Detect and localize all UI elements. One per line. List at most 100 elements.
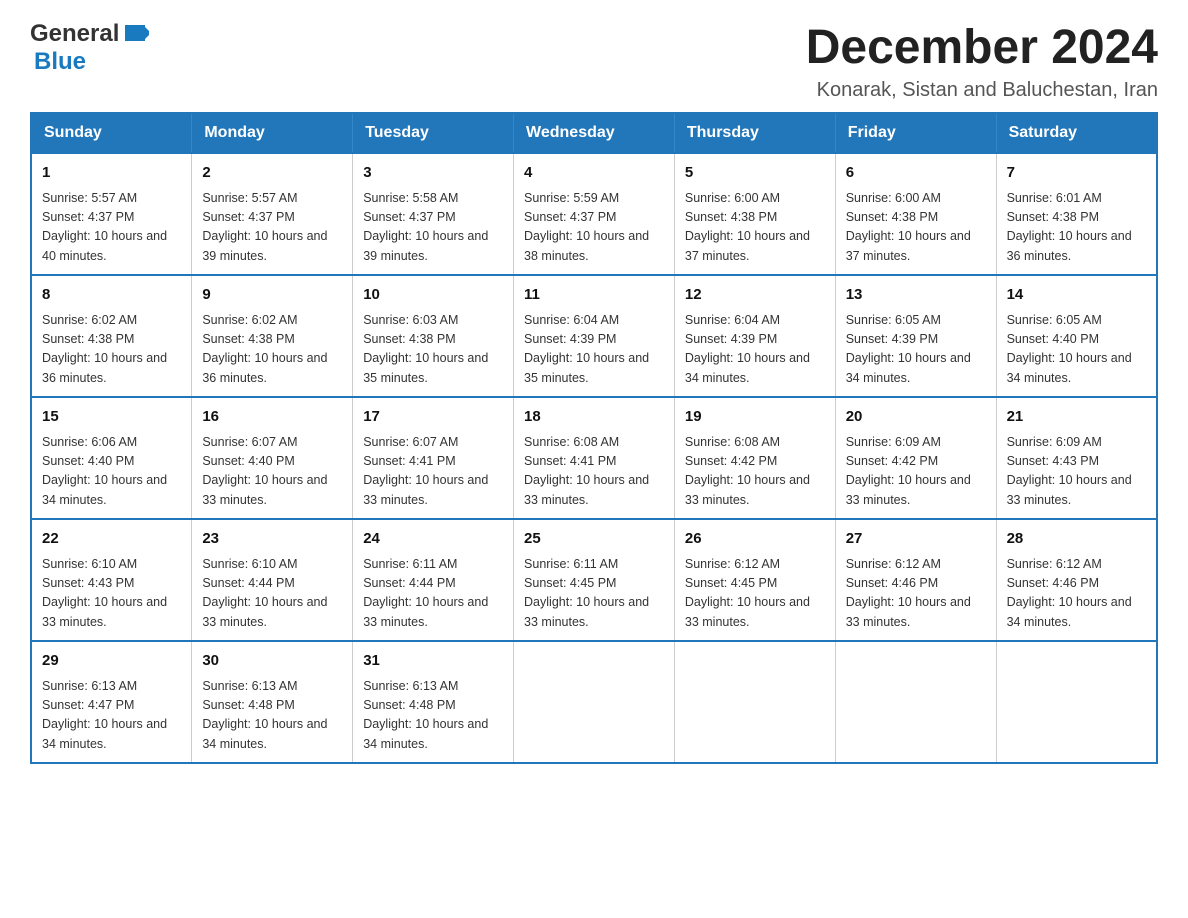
calendar-cell: 15Sunrise: 6:06 AMSunset: 4:40 PMDayligh… (31, 397, 192, 519)
day-number: 10 (363, 284, 503, 307)
day-number: 24 (363, 528, 503, 551)
calendar-cell: 21 Sunrise: 6:09 AMSunset: 4:43 PMDayligh… (996, 397, 1157, 519)
calendar-cell: 13Sunrise: 6:05 AMSunset: 4:39 PMDayligh… (835, 275, 996, 397)
calendar-cell: 9Sunrise: 6:02 AMSunset: 4:38 PMDaylight… (192, 275, 353, 397)
calendar-cell: 8 Sunrise: 6:02 AMSunset: 4:38 PMDaylight… (31, 275, 192, 397)
calendar-cell: 14Sunrise: 6:05 AMSunset: 4:40 PMDayligh… (996, 275, 1157, 397)
day-of-week-wednesday: Wednesday (514, 113, 675, 153)
calendar-cell: 1Sunrise: 5:57 AMSunset: 4:37 PMDaylight… (31, 153, 192, 275)
day-info: Sunrise: 6:12 AMSunset: 4:46 PMDaylight:… (846, 555, 986, 633)
day-info: Sunrise: 6:09 AMSunset: 4:42 PMDaylight:… (846, 433, 986, 511)
day-number: 8 (42, 284, 181, 307)
day-info: Sunrise: 5:59 AMSunset: 4:37 PMDaylight:… (524, 189, 664, 267)
calendar-cell: 19 Sunrise: 6:08 AMSunset: 4:42 PMDayligh… (674, 397, 835, 519)
calendar-header: SundayMondayTuesdayWednesdayThursdayFrid… (31, 113, 1157, 153)
day-number: 4 (524, 162, 664, 185)
day-number: 20 (846, 406, 986, 429)
day-info: Sunrise: 6:03 AMSunset: 4:38 PMDaylight:… (363, 311, 503, 389)
day-info: Sunrise: 6:09 AMSunset: 4:43 PMDaylight:… (1007, 433, 1146, 511)
day-info: Sunrise: 6:11 AMSunset: 4:45 PMDaylight:… (524, 555, 664, 633)
day-number: 2 (202, 162, 342, 185)
day-of-week-friday: Friday (835, 113, 996, 153)
day-info: Sunrise: 5:58 AMSunset: 4:37 PMDaylight:… (363, 189, 503, 267)
day-info: Sunrise: 6:10 AMSunset: 4:43 PMDaylight:… (42, 555, 181, 633)
day-number: 26 (685, 528, 825, 551)
calendar-week-4: 22 Sunrise: 6:10 AMSunset: 4:43 PMDayligh… (31, 519, 1157, 641)
day-info: Sunrise: 6:08 AMSunset: 4:42 PMDaylight:… (685, 433, 825, 511)
day-info: Sunrise: 6:07 AMSunset: 4:41 PMDaylight:… (363, 433, 503, 511)
header: General Blue December 2024 Konarak, Sist… (30, 20, 1158, 102)
day-number: 23 (202, 528, 342, 551)
day-number: 27 (846, 528, 986, 551)
day-number: 16 (202, 406, 342, 429)
calendar-cell: 22 Sunrise: 6:10 AMSunset: 4:43 PMDayligh… (31, 519, 192, 641)
calendar-cell: 6Sunrise: 6:00 AMSunset: 4:38 PMDaylight… (835, 153, 996, 275)
day-number: 21 (1007, 406, 1146, 429)
calendar-cell (835, 641, 996, 763)
day-of-week-saturday: Saturday (996, 113, 1157, 153)
day-number: 28 (1007, 528, 1146, 551)
calendar-cell: 18 Sunrise: 6:08 AMSunset: 4:41 PMDayligh… (514, 397, 675, 519)
day-number: 3 (363, 162, 503, 185)
calendar-week-2: 8 Sunrise: 6:02 AMSunset: 4:38 PMDaylight… (31, 275, 1157, 397)
day-number: 22 (42, 528, 181, 551)
day-info: Sunrise: 5:57 AMSunset: 4:37 PMDaylight:… (202, 189, 342, 267)
calendar-cell: 10 Sunrise: 6:03 AMSunset: 4:38 PMDayligh… (353, 275, 514, 397)
day-of-week-tuesday: Tuesday (353, 113, 514, 153)
day-info: Sunrise: 5:57 AMSunset: 4:37 PMDaylight:… (42, 189, 181, 267)
day-number: 12 (685, 284, 825, 307)
day-of-week-monday: Monday (192, 113, 353, 153)
day-number: 6 (846, 162, 986, 185)
calendar-cell: 28 Sunrise: 6:12 AMSunset: 4:46 PMDayligh… (996, 519, 1157, 641)
calendar-cell: 20 Sunrise: 6:09 AMSunset: 4:42 PMDayligh… (835, 397, 996, 519)
day-number: 19 (685, 406, 825, 429)
calendar-cell: 11Sunrise: 6:04 AMSunset: 4:39 PMDayligh… (514, 275, 675, 397)
day-number: 25 (524, 528, 664, 551)
calendar-cell: 17 Sunrise: 6:07 AMSunset: 4:41 PMDayligh… (353, 397, 514, 519)
day-info: Sunrise: 6:13 AMSunset: 4:48 PMDaylight:… (363, 677, 503, 755)
calendar-cell: 7 Sunrise: 6:01 AMSunset: 4:38 PMDaylight… (996, 153, 1157, 275)
calendar-cell (674, 641, 835, 763)
day-of-week-sunday: Sunday (31, 113, 192, 153)
day-info: Sunrise: 6:00 AMSunset: 4:38 PMDaylight:… (685, 189, 825, 267)
title-area: December 2024 Konarak, Sistan and Baluch… (806, 20, 1158, 102)
days-of-week-row: SundayMondayTuesdayWednesdayThursdayFrid… (31, 113, 1157, 153)
calendar-table: SundayMondayTuesdayWednesdayThursdayFrid… (30, 112, 1158, 764)
day-number: 29 (42, 650, 181, 673)
day-number: 13 (846, 284, 986, 307)
calendar-cell: 25 Sunrise: 6:11 AMSunset: 4:45 PMDayligh… (514, 519, 675, 641)
calendar-cell (514, 641, 675, 763)
calendar-cell: 12Sunrise: 6:04 AMSunset: 4:39 PMDayligh… (674, 275, 835, 397)
day-info: Sunrise: 6:07 AMSunset: 4:40 PMDaylight:… (202, 433, 342, 511)
day-info: Sunrise: 6:04 AMSunset: 4:39 PMDaylight:… (524, 311, 664, 389)
calendar-week-5: 29Sunrise: 6:13 AMSunset: 4:47 PMDayligh… (31, 641, 1157, 763)
day-info: Sunrise: 6:13 AMSunset: 4:48 PMDaylight:… (202, 677, 342, 755)
logo-blue-text: Blue (34, 48, 86, 76)
logo: General Blue (30, 20, 149, 76)
day-info: Sunrise: 6:06 AMSunset: 4:40 PMDaylight:… (42, 433, 181, 511)
calendar-cell: 30 Sunrise: 6:13 AMSunset: 4:48 PMDayligh… (192, 641, 353, 763)
logo-triangle-icon (121, 19, 149, 47)
day-number: 7 (1007, 162, 1146, 185)
calendar-cell: 23 Sunrise: 6:10 AMSunset: 4:44 PMDayligh… (192, 519, 353, 641)
calendar-week-3: 15Sunrise: 6:06 AMSunset: 4:40 PMDayligh… (31, 397, 1157, 519)
calendar-cell: 2 Sunrise: 5:57 AMSunset: 4:37 PMDaylight… (192, 153, 353, 275)
day-info: Sunrise: 6:10 AMSunset: 4:44 PMDaylight:… (202, 555, 342, 633)
day-number: 31 (363, 650, 503, 673)
day-info: Sunrise: 6:12 AMSunset: 4:46 PMDaylight:… (1007, 555, 1146, 633)
calendar-cell: 29Sunrise: 6:13 AMSunset: 4:47 PMDayligh… (31, 641, 192, 763)
day-info: Sunrise: 6:02 AMSunset: 4:38 PMDaylight:… (42, 311, 181, 389)
main-title: December 2024 (806, 20, 1158, 75)
day-info: Sunrise: 6:08 AMSunset: 4:41 PMDaylight:… (524, 433, 664, 511)
day-info: Sunrise: 6:12 AMSunset: 4:45 PMDaylight:… (685, 555, 825, 633)
calendar-week-1: 1Sunrise: 5:57 AMSunset: 4:37 PMDaylight… (31, 153, 1157, 275)
day-number: 30 (202, 650, 342, 673)
calendar-body: 1Sunrise: 5:57 AMSunset: 4:37 PMDaylight… (31, 153, 1157, 763)
calendar-cell: 4 Sunrise: 5:59 AMSunset: 4:37 PMDaylight… (514, 153, 675, 275)
day-number: 17 (363, 406, 503, 429)
logo-general-text: General (30, 20, 119, 48)
calendar-cell: 3 Sunrise: 5:58 AMSunset: 4:37 PMDaylight… (353, 153, 514, 275)
day-of-week-thursday: Thursday (674, 113, 835, 153)
day-number: 18 (524, 406, 664, 429)
day-info: Sunrise: 6:01 AMSunset: 4:38 PMDaylight:… (1007, 189, 1146, 267)
